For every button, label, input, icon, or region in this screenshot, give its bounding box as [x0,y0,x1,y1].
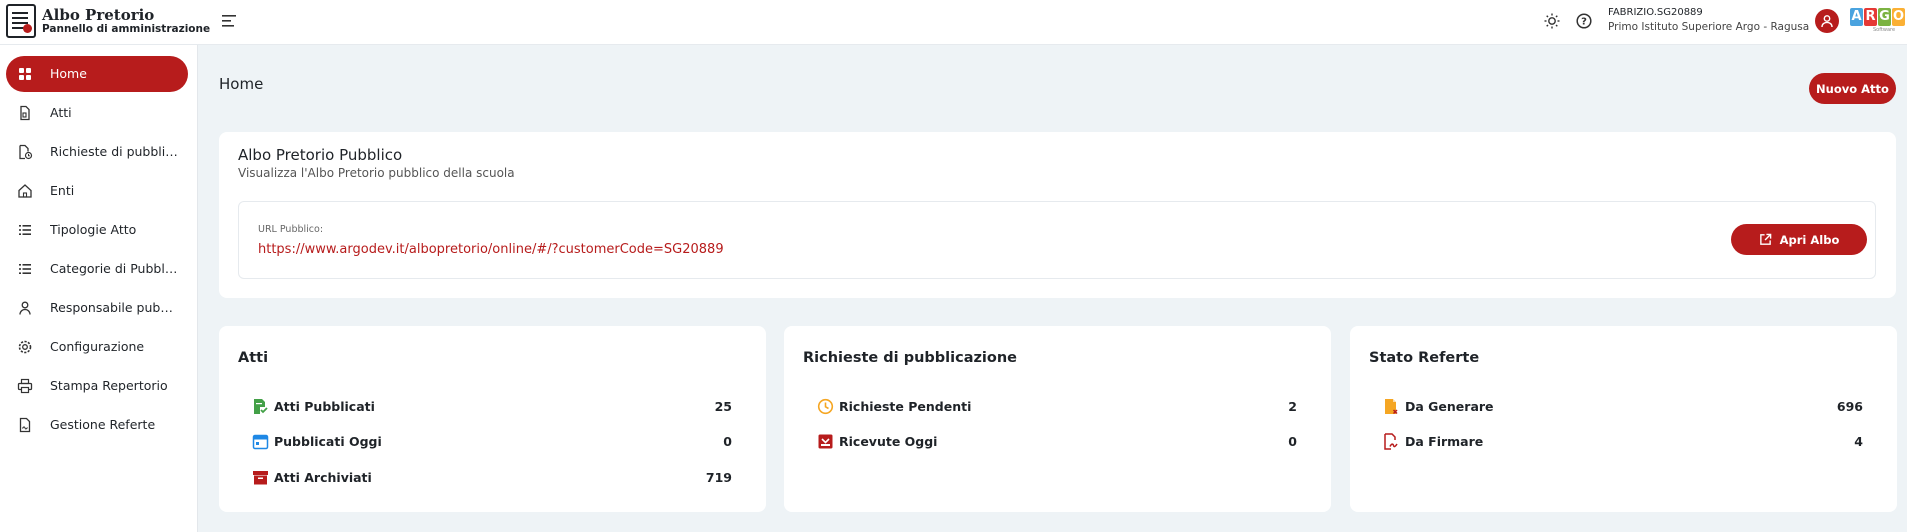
printer-icon [17,378,33,394]
stat-value: 0 [723,434,732,449]
sidebar-item-responsabile[interactable]: Responsabile pubblicazione [6,290,188,326]
external-link-icon [1759,233,1771,245]
atti-stats-card: Atti Atti Pubblicati 25 Pubblicati Oggi … [219,326,766,512]
app-title: Albo Pretorio [42,6,155,24]
list-icon [19,225,31,235]
list-icon [19,264,31,274]
stat-label: Pubblicati Oggi [274,434,382,449]
stat-row[interactable]: Da Firmare 4 [1383,431,1863,453]
app-subtitle: Pannello di amministrazione [42,23,211,35]
user-code: FABRIZIO.SG20889 [1608,7,1703,18]
menu-toggle-icon[interactable] [220,13,238,29]
stat-row[interactable]: Atti Pubblicati 25 [252,396,732,418]
stat-value: 4 [1854,434,1863,449]
open-albo-label: Apri Albo [1779,232,1840,247]
app-logo [6,4,36,38]
theme-toggle-icon[interactable] [1543,12,1561,30]
document-pending-icon [1385,399,1398,415]
document-signed-icon [19,417,31,433]
card-subtitle: Visualizza l'Albo Pretorio pubblico dell… [238,166,515,180]
public-url-box: URL Pubblico: https://www.argodev.it/alb… [238,201,1876,279]
url-label: URL Pubblico: [258,224,324,235]
brand-subtitle: Software [1873,27,1896,33]
sidebar-item-stampa-repertorio[interactable]: Stampa Repertorio [6,368,188,404]
signature-icon [1384,433,1398,450]
stat-row[interactable]: Richieste Pendenti 2 [817,396,1297,418]
calendar-icon [252,434,269,450]
stat-row[interactable]: Da Generare 696 [1383,396,1863,418]
document-icon [20,105,30,121]
home-icon [18,184,32,198]
school-name: Primo Istituto Superiore Argo - Ragusa [1608,21,1810,33]
document-check-icon [254,399,268,414]
sidebar-item-atti[interactable]: Atti [6,95,188,131]
sidebar-item-enti[interactable]: Enti [6,173,188,209]
sidebar-item-label: Richieste di pubblicazione [50,144,178,159]
public-albo-card: Albo Pretorio Pubblico Visualizza l'Albo… [219,132,1896,298]
sidebar: Home Atti Richieste di pubblicazione Ent… [0,45,198,532]
stat-row[interactable]: Pubblicati Oggi 0 [252,431,732,453]
brand-letter: R [1864,8,1877,26]
clock-icon [817,398,834,415]
public-url-link[interactable]: https://www.argodev.it/albopretorio/onli… [258,242,724,257]
sidebar-item-label: Enti [50,183,75,198]
sidebar-item-home[interactable]: Home [6,56,188,92]
sidebar-item-gestione-referte[interactable]: Gestione Referte [6,407,188,443]
requests-stats-card: Richieste di pubblicazione Richieste Pen… [784,326,1331,512]
card-title: Stato Referte [1369,350,1480,366]
card-title: Atti [238,350,269,366]
document-clock-icon [19,144,33,160]
archive-icon [253,471,268,485]
sidebar-item-label: Responsabile pubblicazione [50,300,178,315]
stat-label: Atti Archiviati [274,470,372,485]
stat-label: Da Generare [1405,399,1494,414]
person-icon [19,301,31,315]
brand-letter: O [1892,8,1905,26]
stat-label: Richieste Pendenti [839,399,972,414]
sidebar-item-tipologie-atto[interactable]: Tipologie Atto [6,212,188,248]
sidebar-item-configurazione[interactable]: Configurazione [6,329,188,365]
stat-value: 25 [714,399,732,414]
sidebar-item-label: Stampa Repertorio [50,378,168,393]
new-act-button[interactable]: Nuovo Atto [1809,73,1896,104]
sidebar-item-richieste[interactable]: Richieste di pubblicazione [6,134,188,170]
gear-icon [18,340,32,354]
brand-logo: A R G O [1850,8,1905,26]
stat-row[interactable]: Ricevute Oggi 0 [817,431,1297,453]
page-title: Home [219,75,264,93]
stat-value: 719 [705,470,732,485]
referte-stats-card: Stato Referte Da Generare 696 Da Firmare… [1350,326,1897,512]
stat-row[interactable]: Atti Archiviati 719 [252,467,732,489]
brand-letter: G [1878,8,1891,26]
top-header: Albo Pretorio Pannello di amministrazion… [0,0,1907,45]
help-icon[interactable]: ? [1575,12,1593,30]
stat-value: 0 [1288,434,1297,449]
sidebar-item-label: Tipologie Atto [50,222,137,237]
inbox-icon [818,434,833,449]
sidebar-item-label: Configurazione [50,339,145,354]
stat-value: 2 [1288,399,1297,414]
sidebar-item-label: Atti [50,105,72,120]
card-title: Richieste di pubblicazione [803,350,1018,366]
dashboard-icon [19,68,31,80]
person-icon [1821,15,1833,28]
sidebar-item-label: Gestione Referte [50,417,156,432]
stat-label: Ricevute Oggi [839,434,938,449]
stat-value: 696 [1836,399,1863,414]
sidebar-item-categorie[interactable]: Categorie di Pubblicazione [6,251,188,287]
card-title: Albo Pretorio Pubblico [238,146,403,164]
svg-text:?: ? [1581,17,1587,28]
user-avatar-button[interactable] [1815,9,1839,33]
sidebar-item-label: Categorie di Pubblicazione [50,261,178,276]
stat-label: Atti Pubblicati [274,399,375,414]
sidebar-item-label: Home [50,66,87,81]
stat-label: Da Firmare [1405,434,1484,449]
brand-letter: A [1850,8,1863,26]
open-albo-button[interactable]: Apri Albo [1731,224,1867,255]
